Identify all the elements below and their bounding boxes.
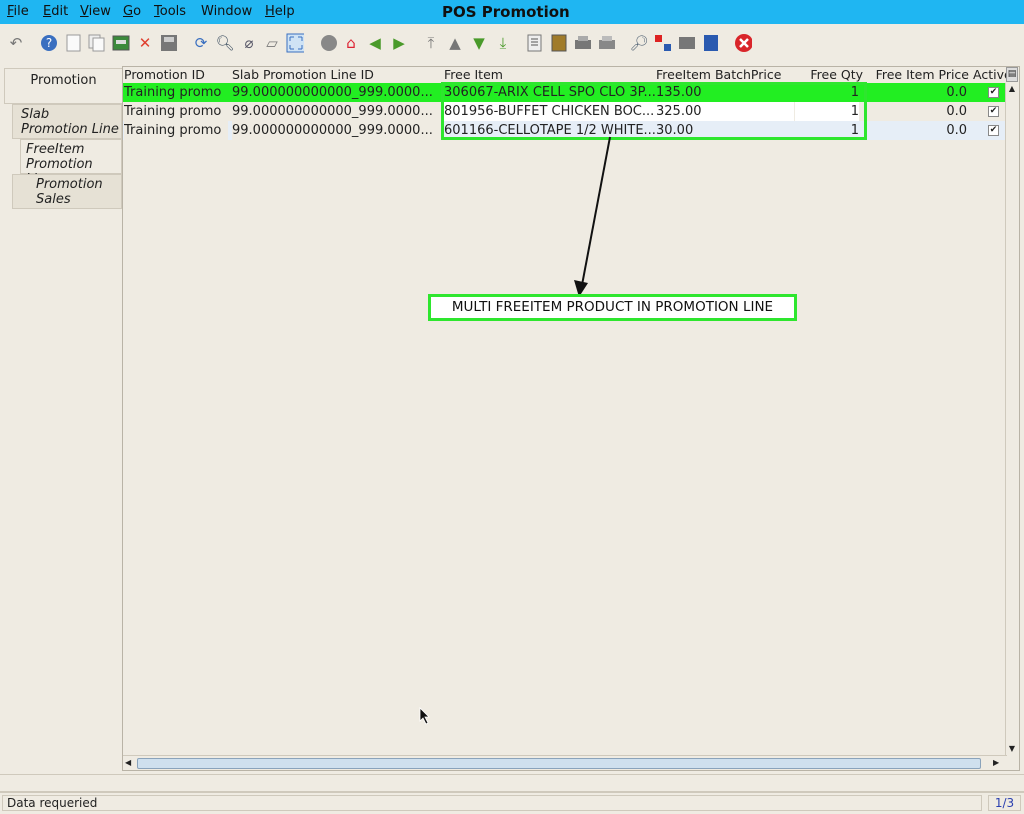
- scroll-up-icon[interactable]: ▲: [1006, 83, 1018, 95]
- find-icon[interactable]: 🔍︎: [215, 34, 234, 52]
- active-checkbox[interactable]: ✔: [988, 106, 999, 117]
- menu-edit[interactable]: Edit: [43, 4, 68, 19]
- cell-slab-line: 99.000000000000_999.0000...: [232, 85, 433, 100]
- horizontal-scroll-thumb[interactable]: [137, 758, 981, 769]
- status-bar: Data requeried 1/3: [0, 792, 1024, 814]
- home-icon[interactable]: ⌂: [342, 34, 360, 52]
- cell-item-price: 0.0: [946, 85, 967, 100]
- tab-promotion[interactable]: Promotion: [4, 68, 122, 104]
- tab-slab-promotion-line[interactable]: Slab Promotion Line: [12, 104, 122, 139]
- tab-freeitem-label-1: FreeItem: [26, 142, 85, 157]
- mouse-cursor-icon: [419, 707, 430, 725]
- horizontal-scrollbar[interactable]: ◀ ▶: [123, 755, 1007, 770]
- request-icon[interactable]: [678, 34, 696, 52]
- first-record-icon[interactable]: ⤒: [422, 34, 440, 52]
- tab-sales-label-1: Promotion: [36, 177, 103, 192]
- exit-icon[interactable]: [734, 34, 752, 52]
- tab-strip: Promotion Slab Promotion Line FreeItem P…: [0, 66, 122, 766]
- column-header-free-item[interactable]: Free Item: [444, 67, 654, 83]
- cell-promotion-id: Training promo: [124, 104, 222, 119]
- delete-icon[interactable]: ✕: [136, 34, 154, 52]
- tab-promotion-label: Promotion: [30, 73, 97, 88]
- attachment-icon[interactable]: ⌀: [240, 34, 258, 52]
- tab-slab-label-1: Slab: [21, 107, 50, 122]
- tab-slab-label-2: Promotion Line: [21, 122, 119, 137]
- archived-docs-icon[interactable]: [550, 34, 568, 52]
- column-header-free-qty[interactable]: Free Qty: [795, 67, 863, 83]
- print-icon[interactable]: [598, 34, 616, 52]
- record-counter[interactable]: 1/3: [988, 795, 1021, 811]
- tab-promotion-sales[interactable]: Promotion Sales: [12, 174, 122, 209]
- cell-slab-line: 99.000000000000_999.0000...: [232, 104, 433, 119]
- next-record-icon[interactable]: ▼: [470, 34, 488, 52]
- annotation-arrow: [574, 136, 611, 297]
- toolbar: ↶ ? ✕ ⟳ 🔍︎ ⌀ ▱ ⌂ ◀ ▶ ⤒ ▲ ▼ ⤓ 🔎︎: [0, 24, 1024, 64]
- cell-item-price: 0.0: [946, 104, 967, 119]
- forward-icon[interactable]: ▶: [390, 34, 408, 52]
- history-icon[interactable]: [320, 34, 338, 52]
- menu-help[interactable]: Help: [265, 4, 295, 19]
- previous-record-icon[interactable]: ▲: [446, 34, 464, 52]
- scroll-right-icon[interactable]: ▶: [993, 757, 1003, 769]
- scroll-left-icon[interactable]: ◀: [125, 757, 135, 769]
- status-message: Data requeried: [2, 795, 982, 811]
- zoom-icon[interactable]: 🔎︎: [629, 34, 648, 52]
- chat-icon[interactable]: ▱: [263, 34, 281, 52]
- new-record-icon[interactable]: [65, 34, 83, 52]
- cell-promotion-id: Training promo: [124, 121, 228, 140]
- product-info-icon[interactable]: [702, 34, 720, 52]
- menu-view[interactable]: View: [80, 4, 111, 19]
- print-preview-icon[interactable]: [574, 34, 592, 52]
- column-header-promotion-id[interactable]: Promotion ID: [124, 67, 228, 83]
- save-icon[interactable]: [160, 34, 178, 52]
- svg-text:?: ?: [46, 36, 52, 50]
- copy-record-icon[interactable]: [88, 34, 106, 52]
- last-record-icon[interactable]: ⤓: [494, 34, 512, 52]
- column-header-batch-price[interactable]: FreeItem BatchPrice: [656, 67, 796, 83]
- column-header-slab-line[interactable]: Slab Promotion Line ID: [232, 67, 438, 83]
- column-chooser-icon[interactable]: ▤: [1006, 67, 1018, 82]
- cell-item-price: 0.0: [946, 123, 967, 138]
- undo-icon[interactable]: ↶: [7, 34, 25, 52]
- annotation-label: MULTI FREEITEM PRODUCT IN PROMOTION LINE: [428, 294, 797, 321]
- report-icon[interactable]: [526, 34, 544, 52]
- menu-go[interactable]: Go: [123, 4, 141, 19]
- window-title: POS Promotion: [442, 3, 570, 21]
- grid-toggle-icon[interactable]: [286, 33, 304, 53]
- save-archive-icon[interactable]: [112, 34, 130, 52]
- cell-slab-line: 99.000000000000_999.0000...: [232, 121, 442, 140]
- scroll-down-icon[interactable]: ▼: [1006, 743, 1018, 755]
- active-checkbox[interactable]: ✔: [988, 125, 999, 136]
- highlight-box: [441, 82, 867, 140]
- tab-freeitem-promotion-line[interactable]: FreeItem Promotion Line: [20, 139, 122, 187]
- active-checkbox[interactable]: ✔: [988, 87, 999, 98]
- refresh-icon[interactable]: ⟳: [192, 34, 210, 52]
- vertical-scrollbar[interactable]: ▲ ▼: [1005, 83, 1018, 755]
- divider: [0, 774, 1024, 792]
- menu-file[interactable]: File: [7, 4, 29, 19]
- cell-promotion-id: Training promo: [124, 85, 222, 100]
- menu-bar: File Edit View Go Tools Window Help POS …: [0, 0, 1024, 24]
- help-icon[interactable]: ?: [40, 34, 58, 52]
- menu-window[interactable]: Window: [201, 4, 252, 19]
- column-header-active[interactable]: Active: [973, 67, 1009, 83]
- back-icon[interactable]: ◀: [366, 34, 384, 52]
- tab-sales-label-2: Sales: [36, 192, 71, 207]
- column-header-item-price[interactable]: Free Item Price: [873, 67, 969, 83]
- workflow-icon[interactable]: [654, 34, 672, 52]
- menu-tools[interactable]: Tools: [154, 4, 186, 19]
